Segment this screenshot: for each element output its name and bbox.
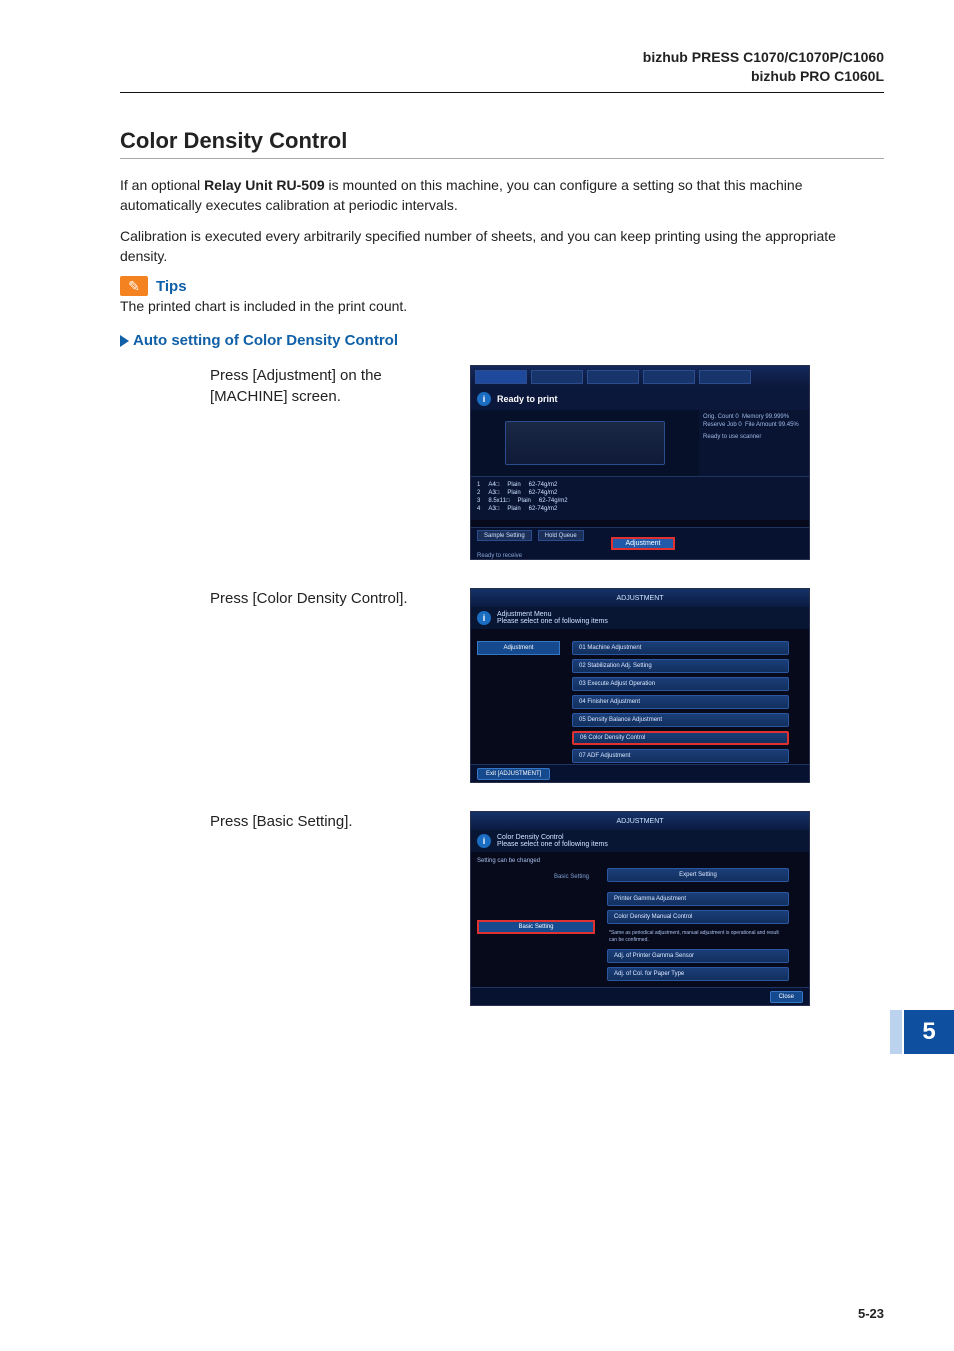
document-header: bizhub PRESS C1070/C1070P/C1060 bizhub P… [643, 48, 884, 86]
info-title: Color Density Control [497, 834, 608, 841]
adjustment-item-list: 01 Machine Adjustment 02 Stabilization A… [566, 635, 809, 764]
device-illustration [505, 421, 665, 465]
tips-note: The printed chart is included in the pri… [120, 298, 884, 314]
tab-joblist[interactable] [531, 370, 583, 384]
expert-item-color-paper[interactable]: Adj. of Col. for Paper Type [607, 967, 789, 981]
sample-setting-button[interactable]: Sample Setting [477, 530, 532, 541]
basic-setting-header: Basic Setting [477, 874, 595, 880]
info-sub: Please select one of following items [497, 841, 608, 848]
adj-item-04[interactable]: 04 Finisher Adjustment [572, 695, 789, 709]
adj-item-03[interactable]: 03 Execute Adjust Operation [572, 677, 789, 691]
info-title: Adjustment Menu [497, 611, 608, 618]
step-1: Press [Adjustment] on the [MACHINE] scre… [120, 365, 884, 560]
step-2: Press [Color Density Control]. ADJUSTMEN… [120, 588, 884, 783]
tab-scan[interactable] [699, 370, 751, 384]
tips-icon: ✎ [120, 276, 148, 296]
adj-item-06-color-density[interactable]: 06 Color Density Control [572, 731, 789, 745]
chapter-strip [890, 1010, 902, 1054]
metrics-panel: Orig. Count 0 Memory 99.999% Reserve Job… [699, 410, 809, 476]
bottom-bar: Sample Setting Hold Queue Adjustment Rea… [471, 527, 809, 559]
device-illustration-area [471, 410, 699, 476]
footer-status: Ready to receive [477, 553, 522, 559]
info-icon: i [477, 834, 491, 848]
adj-item-01[interactable]: 01 Machine Adjustment [572, 641, 789, 655]
subheading-text: Auto setting of Color Density Control [133, 332, 398, 349]
expert-setting-header: Expert Setting [607, 868, 789, 882]
setting-note: Setting can be changed [477, 858, 540, 864]
hold-queue-button[interactable]: Hold Queue [538, 530, 584, 541]
subheading: Auto setting of Color Density Control [120, 332, 884, 349]
tips-row: ✎ Tips [120, 276, 884, 296]
close-button[interactable]: Close [770, 991, 803, 1003]
paper-tray-table: 1A4□Plain62-74g/m2 2A3□Plain62-74g/m2 38… [471, 476, 809, 520]
intro-paragraph-2: Calibration is executed every arbitraril… [120, 226, 884, 267]
step-2-text: Press [Color Density Control]. [120, 588, 450, 609]
expert-item-manual-control[interactable]: Color Density Manual Control [607, 910, 789, 924]
adj-item-05[interactable]: 05 Density Balance Adjustment [572, 713, 789, 727]
info-icon: i [477, 392, 491, 406]
section-title: Color Density Control [120, 128, 884, 154]
header-line-2: bizhub PRO C1060L [643, 67, 884, 86]
triangle-icon [120, 335, 129, 347]
status-bar: i Ready to print [471, 388, 809, 410]
section-rule [120, 158, 884, 159]
basic-setting-button[interactable]: Basic Setting [477, 920, 595, 934]
adjustment-menu-shot: ADJUSTMENT i Adjustment Menu Please sele… [470, 588, 810, 783]
side-adjustment-button[interactable]: Adjustment [477, 641, 560, 655]
adj-item-02[interactable]: 02 Stabilization Adj. Setting [572, 659, 789, 673]
tips-label: Tips [156, 278, 187, 295]
expert-note-1: *Same as periodical adjustment, manual a… [607, 928, 789, 949]
step-1-text: Press [Adjustment] on the [MACHINE] scre… [120, 365, 450, 407]
adjustment-button[interactable]: Adjustment [611, 537, 675, 550]
exit-adjustment-button[interactable]: Exit [ADJUSTMENT] [477, 768, 550, 780]
step-3-text: Press [Basic Setting]. [120, 811, 450, 832]
machine-screen-shot: i Ready to print Orig. Count 0 Memory 99… [470, 365, 810, 560]
step-3: Press [Basic Setting]. ADJUSTMENT i Colo… [120, 811, 884, 1006]
adj-item-07[interactable]: 07 ADF Adjustment [572, 749, 789, 763]
page-number: 5-23 [858, 1306, 884, 1321]
tab-recall[interactable] [587, 370, 639, 384]
expert-item-gamma-sensor[interactable]: Adj. of Printer Gamma Sensor [607, 949, 789, 963]
basic-setting-shot: ADJUSTMENT i Color Density Control Pleas… [470, 811, 810, 1006]
status-text: Ready to print [497, 394, 558, 404]
adjustment-header: ADJUSTMENT [471, 812, 809, 830]
header-line-1: bizhub PRESS C1070/C1070P/C1060 [643, 48, 884, 67]
relay-unit-name: Relay Unit RU-509 [204, 177, 325, 193]
expert-item-gamma[interactable]: Printer Gamma Adjustment [607, 892, 789, 906]
chapter-tab: 5 [904, 1010, 954, 1054]
top-tab-bar [471, 366, 809, 388]
header-rule [120, 92, 884, 93]
info-sub: Please select one of following items [497, 618, 608, 625]
adjustment-header: ADJUSTMENT [471, 589, 809, 607]
tab-copy[interactable] [643, 370, 695, 384]
info-icon: i [477, 611, 491, 625]
intro-paragraph-1: If an optional Relay Unit RU-509 is moun… [120, 175, 884, 216]
tab-machine[interactable] [475, 370, 527, 384]
